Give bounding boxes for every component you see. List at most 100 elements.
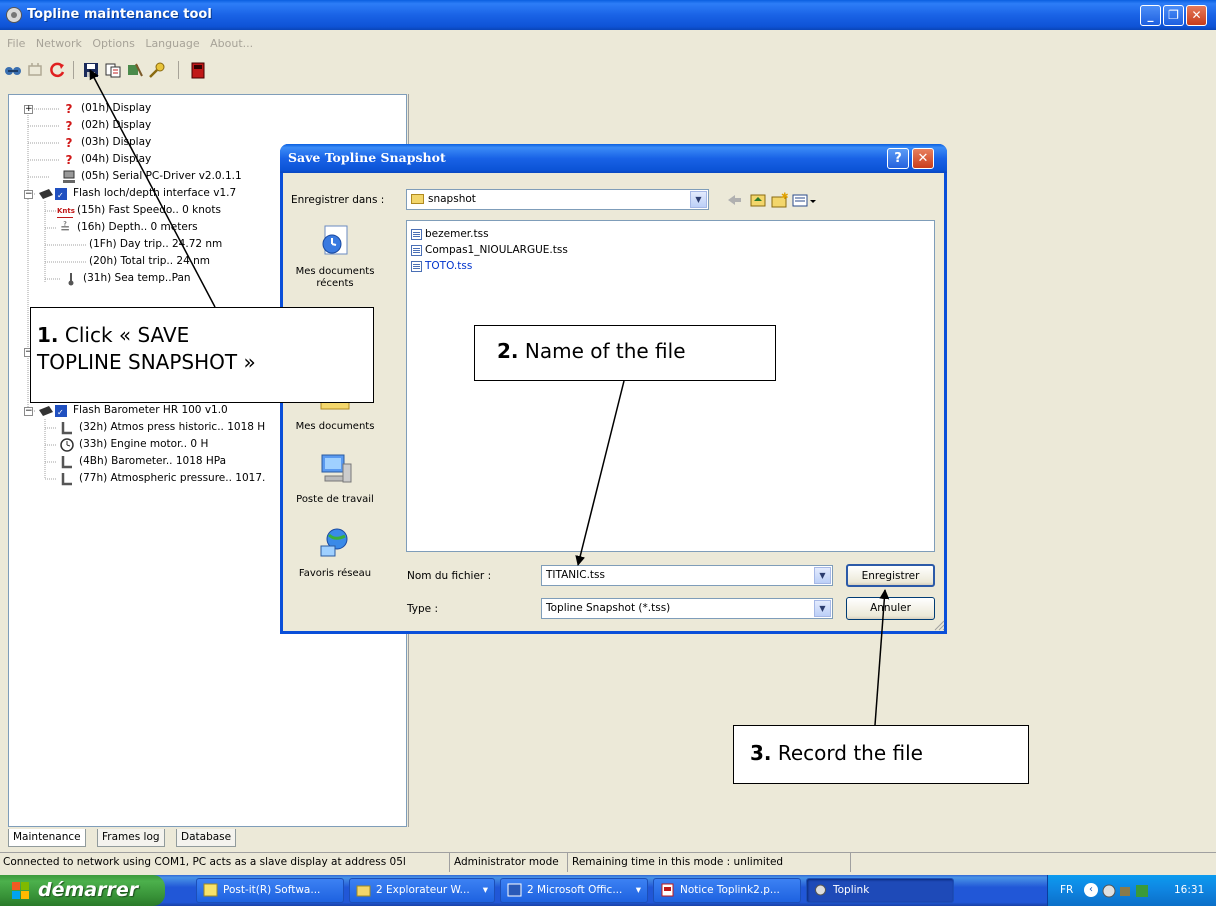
filename-input[interactable]: TITANIC.tss ▼	[541, 565, 833, 586]
settings-tool-icon[interactable]	[126, 61, 144, 79]
tree-node[interactable]: ≟ (16h) Depth.. 0 meters	[57, 219, 198, 236]
tree-node[interactable]: (20h) Total trip.. 24 nm	[89, 253, 210, 270]
security-tray-icon	[1136, 885, 1148, 897]
chevron-down-icon: ▾	[635, 884, 641, 896]
file-item[interactable]: bezemer.tss	[411, 226, 489, 242]
dialog-title-bar[interactable]: Save Topline Snapshot ? ✕	[280, 144, 947, 173]
tree-node[interactable]: (33h) Engine motor.. 0 H	[59, 436, 208, 453]
task-toplink[interactable]: Toplink	[806, 878, 954, 903]
tree-node[interactable]: ? (03h) Display	[61, 134, 152, 151]
tree-node[interactable]: (31h) Sea temp..Pan	[63, 270, 191, 287]
tree-node[interactable]: ? (02h) Display	[61, 117, 152, 134]
start-button[interactable]: démarrer	[0, 875, 165, 906]
task-explorer[interactable]: 2 Explorateur W... ▾	[349, 878, 495, 903]
clock-icon	[59, 437, 75, 452]
tree-node[interactable]: (05h) Serial PC-Driver v2.0.1.1	[61, 168, 242, 185]
tree-node[interactable]: (4Bh) Barometer.. 1018 HPa	[59, 453, 226, 470]
tray-expand-icon[interactable]: ‹	[1084, 883, 1098, 897]
tree-node[interactable]: (77h) Atmospheric pressure.. 1017.	[59, 470, 265, 487]
tree-node[interactable]: ? (04h) Display	[61, 151, 152, 168]
language-indicator[interactable]: FR	[1060, 875, 1073, 906]
load-snapshot-icon[interactable]	[104, 61, 122, 79]
close-button[interactable]: ✕	[1186, 5, 1207, 26]
tab-maintenance[interactable]: Maintenance	[8, 829, 86, 847]
nav-toolbar: ✱	[728, 192, 816, 208]
menu-file[interactable]: File	[7, 37, 25, 50]
tree-node[interactable]: ✓ Flash Barometer HR 100 v1.0	[37, 402, 228, 419]
resize-grip-icon[interactable]	[933, 619, 945, 631]
save-snapshot-icon[interactable]	[82, 61, 100, 79]
tab-frames-log[interactable]: Frames log	[97, 829, 165, 847]
flash-module-icon: ✓	[37, 187, 69, 201]
step-3-number: 3.	[750, 741, 772, 765]
save-button[interactable]: Enregistrer	[846, 564, 935, 587]
step-2-text: Name of the file	[524, 339, 686, 363]
post-it-icon	[203, 883, 218, 897]
type-dropdown[interactable]: Topline Snapshot (*.tss) ▼	[541, 598, 833, 619]
office-icon	[507, 883, 522, 897]
tree-node[interactable]: Knts (15h) Fast Speedo.. 0 knots	[57, 202, 221, 219]
pressure-icon	[59, 421, 75, 435]
tree-node-label: (02h) Display	[81, 119, 152, 131]
tree-node[interactable]: ✓ Flash loch/depth interface v1.7	[37, 185, 236, 202]
places-my-computer[interactable]: Poste de travail	[293, 452, 377, 506]
tree-collapse-toggle[interactable]: −	[24, 407, 33, 416]
computer-icon	[61, 170, 77, 184]
menu-options[interactable]: Options	[92, 37, 134, 50]
tree-node-label: (31h) Sea temp..Pan	[83, 272, 191, 284]
places-my-documents-label: Mes documents	[295, 421, 375, 432]
callout-step-2: 2. Name of the file	[474, 325, 776, 381]
places-network[interactable]: Favoris réseau	[293, 526, 377, 580]
app-gear-icon	[815, 884, 826, 896]
tree-node-label: Flash Barometer HR 100 v1.0	[73, 404, 228, 416]
tree-node-label: (03h) Display	[81, 136, 152, 148]
places-recent[interactable]: Mes documents récents	[293, 224, 377, 290]
svg-text:✓: ✓	[57, 408, 64, 417]
network-connect-icon[interactable]	[4, 61, 22, 79]
tree-node[interactable]: (1Fh) Day trip.. 24.72 nm	[89, 236, 222, 253]
task-pdf[interactable]: Notice Toplink2.p...	[653, 878, 801, 903]
tree-collapse-toggle[interactable]: −	[24, 190, 33, 199]
network-tray-icon	[1102, 884, 1116, 898]
dialog-close-button[interactable]: ✕	[912, 148, 934, 169]
minimize-button[interactable]: _	[1140, 5, 1161, 26]
svg-text:✱: ✱	[781, 192, 789, 202]
key-icon[interactable]	[148, 61, 166, 79]
disconnect-icon[interactable]	[26, 61, 44, 79]
tab-database[interactable]: Database	[176, 829, 237, 847]
save-in-dropdown[interactable]: snapshot ▼	[406, 189, 709, 210]
menu-about[interactable]: About...	[210, 37, 253, 50]
help-button[interactable]: ?	[887, 148, 909, 169]
view-menu-icon	[792, 194, 816, 207]
refresh-icon[interactable]	[48, 61, 66, 79]
tree-expand-toggle[interactable]: +	[24, 105, 33, 114]
cancel-button[interactable]: Annuler	[846, 597, 935, 620]
file-item[interactable]: Compas1_NIOULARGUE.tss	[411, 242, 568, 258]
tree-node-label: (1Fh) Day trip.. 24.72 nm	[89, 238, 223, 250]
tree-node[interactable]: ? (01h) Display	[61, 100, 152, 117]
task-post-it[interactable]: Post-it(R) Softwa...	[196, 878, 344, 903]
tree-node-label: (05h) Serial PC-Driver v2.0.1.1	[81, 170, 242, 182]
start-label: démarrer	[38, 879, 139, 901]
file-list[interactable]: bezemer.tss Compas1_NIOULARGUE.tss TOTO.…	[406, 220, 935, 552]
task-office[interactable]: 2 Microsoft Offic... ▾	[500, 878, 648, 903]
question-icon: ?	[65, 118, 73, 133]
pressure-icon	[59, 455, 75, 469]
tree-node-label: (33h) Engine motor.. 0 H	[79, 438, 209, 450]
file-item[interactable]: TOTO.tss	[411, 258, 472, 274]
volume-tray-icon	[1120, 887, 1130, 896]
pressure-icon	[59, 472, 75, 486]
callout-step-1: 1. Click « SAVE TOPLINE SNAPSHOT »	[30, 307, 374, 403]
exit-icon[interactable]	[189, 61, 207, 79]
file-name: bezemer.tss	[425, 228, 489, 240]
menu-network[interactable]: Network	[36, 37, 82, 50]
tree-node-label: (4Bh) Barometer.. 1018 HPa	[79, 455, 227, 467]
tree-node[interactable]: (32h) Atmos press historic.. 1018 H	[59, 419, 265, 436]
tray-icons	[1102, 884, 1148, 898]
menu-language[interactable]: Language	[145, 37, 199, 50]
tree-node-label: (32h) Atmos press historic.. 1018 H	[79, 421, 266, 433]
restore-button[interactable]: ❐	[1163, 5, 1184, 26]
dialog-title: Save Topline Snapshot	[288, 150, 446, 165]
window-title-bar[interactable]: Topline maintenance tool _ ❐ ✕	[0, 0, 1216, 30]
step-2-number: 2.	[497, 339, 519, 363]
